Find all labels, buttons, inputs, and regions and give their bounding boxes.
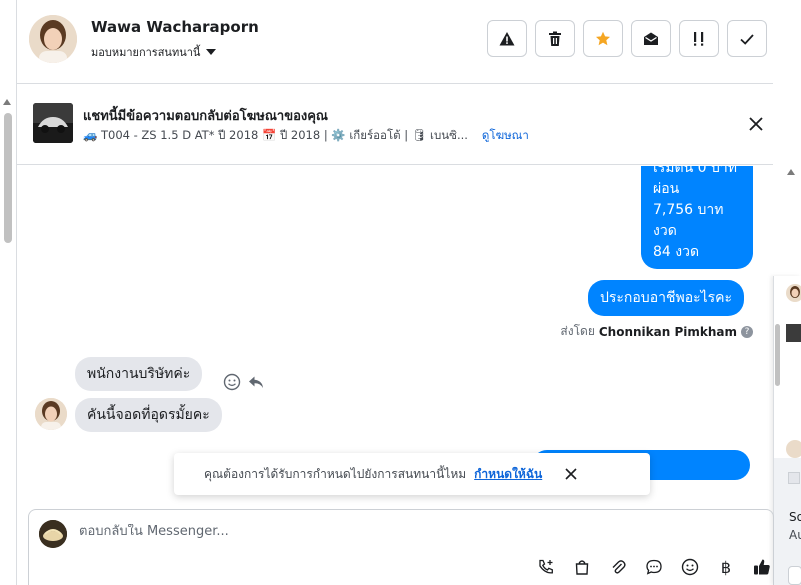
reply-composer: ฿ [28, 509, 774, 585]
page-avatar [39, 520, 67, 548]
help-icon[interactable]: ? [741, 325, 753, 338]
alert-icon [499, 31, 515, 45]
baht-icon[interactable]: ฿ [715, 556, 737, 578]
call-add-icon[interactable] [535, 556, 557, 578]
message-line: ผ่อน [653, 181, 680, 197]
contact-name[interactable]: Wawa Wacharaporn [91, 18, 259, 36]
outgoing-message: เริ่มต้น 0 บาท ผ่อน 7,756 บาท งวด 84 งวด [641, 166, 753, 269]
delete-button[interactable] [535, 20, 575, 57]
paperclip-icon[interactable] [607, 556, 629, 578]
urgent-icon [694, 31, 704, 46]
message-line: 84 งวด [653, 244, 700, 260]
toast-text: คุณต้องการได้รับการกำหนดไปยังการสนทนานี้… [204, 466, 467, 481]
contact-avatar [35, 398, 67, 430]
close-icon [749, 117, 763, 131]
action-toolbar [487, 20, 767, 57]
assign-label: มอบหมายการสนทนานี้ [91, 46, 201, 59]
close-icon [565, 468, 577, 480]
sent-by-label: ส่งโดย Chonnikan Pimkham ? [560, 322, 753, 341]
alert-button[interactable] [487, 20, 527, 57]
star-button[interactable] [583, 20, 623, 57]
side-avatar[interactable] [786, 440, 801, 458]
side-avatar[interactable] [786, 284, 801, 302]
thumbs-up-icon[interactable] [751, 556, 773, 578]
shopping-bag-icon[interactable] [571, 556, 593, 578]
ad-details-text: 🚙 T004 - ZS 1.5 D AT* ปี 2018 📅 ปี 2018 … [83, 128, 468, 142]
message-line: เริ่มต้น 0 บาท [653, 166, 737, 176]
reply-icon[interactable] [247, 373, 265, 391]
outgoing-message: ประกอบอาชีพอะไรคะ [588, 280, 745, 316]
urgent-button[interactable] [679, 20, 719, 57]
notification-text-2: Au [789, 528, 801, 542]
mark-unread-button[interactable] [631, 20, 671, 57]
mark-done-button[interactable] [727, 20, 767, 57]
avatar[interactable] [29, 15, 77, 63]
side-ad-thumbnail[interactable] [786, 324, 801, 342]
emoji-react-icon[interactable] [223, 373, 241, 391]
ad-thumbnail[interactable] [33, 103, 73, 143]
chat-bubble-icon[interactable] [643, 556, 665, 578]
assign-to-me-link[interactable]: กำหนดให้ฉัน [474, 465, 542, 484]
assign-conversation-dropdown[interactable]: มอบหมายการสนทนานี้ [91, 43, 217, 61]
message-actions [223, 373, 265, 391]
incoming-message: พนักงานบริษัทค่ะ [75, 357, 203, 391]
notification-button[interactable] [788, 566, 801, 585]
assign-prompt-toast: คุณต้องการได้รับการกำหนดไปยังการสนทนานี้… [174, 453, 650, 495]
notification-icon [788, 472, 800, 484]
side-notification[interactable]: So Au [773, 458, 801, 585]
message-line: งวด [653, 223, 677, 239]
check-icon [740, 33, 754, 45]
close-toast-button[interactable] [562, 465, 580, 483]
view-ad-link[interactable]: ดูโฆษณา [482, 127, 529, 145]
scroll-up-arrow[interactable] [3, 99, 11, 105]
emoji-icon[interactable] [679, 556, 701, 578]
composer-toolbar: ฿ [535, 556, 773, 578]
ad-details: 🚙 T004 - ZS 1.5 D AT* ปี 2018 📅 ปี 2018 … [83, 127, 529, 145]
caret-down-icon [206, 49, 217, 55]
scroll-thumb[interactable] [4, 113, 12, 243]
scroll-up-arrow[interactable] [787, 169, 795, 175]
ad-banner-title: แชทนี้มีข้อความตอบกลับต่อโฆษณาของคุณ [83, 109, 328, 124]
message-line: 7,756 บาท [653, 202, 724, 218]
trash-icon [549, 31, 561, 46]
mail-open-icon [644, 32, 658, 45]
notification-text-1: So [789, 510, 801, 524]
conversation-header: Wawa Wacharaporn มอบหมายการสนทนานี้ [17, 0, 773, 84]
incoming-message: คันนี้จอดที่อุดรมั้ยคะ [75, 398, 222, 432]
left-scrollbar[interactable] [0, 0, 17, 585]
sent-by-name: Chonnikan Pimkham [598, 324, 737, 339]
reply-input[interactable] [79, 524, 679, 539]
side-scroll-thumb[interactable] [775, 324, 780, 386]
star-icon [596, 31, 610, 45]
ad-reply-banner: แชทนี้มีข้อความตอบกลับต่อโฆษณาของคุณ 🚙 T… [17, 85, 773, 165]
close-banner-button[interactable] [745, 113, 767, 135]
sent-by-prefix: ส่งโดย [560, 324, 595, 338]
